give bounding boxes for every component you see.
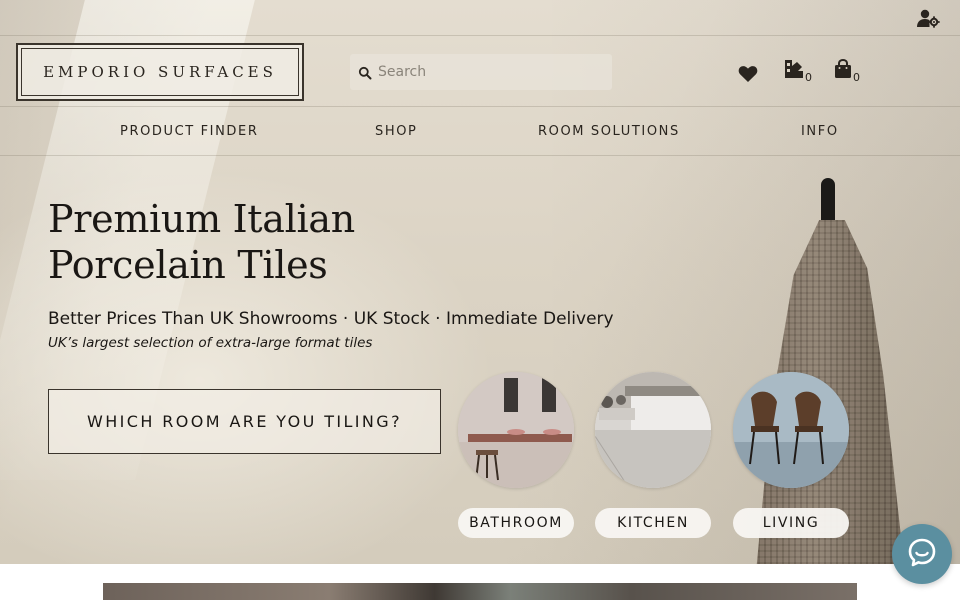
bathroom-image[interactable] xyxy=(458,372,574,488)
room-card-kitchen[interactable]: KITCHEN xyxy=(595,372,711,538)
nav-product-finder[interactable]: PRODUCT FINDER xyxy=(120,124,258,139)
kitchen-image[interactable] xyxy=(595,372,711,488)
header-icons: 0 0 xyxy=(738,58,860,85)
cart-count: 0 xyxy=(853,71,860,84)
hero-title-line1: Premium Italian xyxy=(48,197,355,241)
utility-bar xyxy=(0,0,960,36)
search-icon[interactable] xyxy=(358,65,372,80)
live-chat-button[interactable] xyxy=(892,524,952,584)
search-input[interactable] xyxy=(378,64,598,80)
heart-icon[interactable] xyxy=(738,61,760,83)
search-box xyxy=(350,54,612,90)
room-label-bathroom[interactable]: BATHROOM xyxy=(458,508,574,538)
next-section-image-strip xyxy=(103,583,857,600)
brand-logo[interactable]: EMPORIO SURFACES xyxy=(16,43,304,101)
chat-icon xyxy=(907,537,937,571)
samples-button[interactable]: 0 xyxy=(784,59,812,84)
room-label-kitchen[interactable]: KITCHEN xyxy=(595,508,711,538)
room-finder-cta-button[interactable]: WHICH ROOM ARE YOU TILING? xyxy=(48,389,441,454)
samples-icon xyxy=(784,59,804,83)
shopping-bag-icon xyxy=(834,58,852,83)
room-label-living[interactable]: LIVING xyxy=(733,508,849,538)
main-nav: PRODUCT FINDER SHOP ROOM SOLUTIONS INFO xyxy=(0,108,960,156)
account-settings-icon[interactable] xyxy=(916,8,940,28)
hero-subtitle: Better Prices Than UK Showrooms · UK Sto… xyxy=(48,309,614,329)
room-card-bathroom[interactable]: BATHROOM xyxy=(458,372,574,538)
header: EMPORIO SURFACES Search 0 0 xyxy=(0,37,960,107)
hero-tagline: UK’s largest selection of extra-large fo… xyxy=(48,335,373,351)
samples-count: 0 xyxy=(805,71,812,84)
nav-shop[interactable]: SHOP xyxy=(375,124,418,139)
room-card-living[interactable]: LIVING xyxy=(733,372,849,538)
living-image[interactable] xyxy=(733,372,849,488)
nav-room-solutions[interactable]: ROOM SOLUTIONS xyxy=(538,124,680,139)
logo-text: EMPORIO SURFACES xyxy=(43,63,277,81)
hero-title-line2: Porcelain Tiles xyxy=(48,243,328,287)
cart-button[interactable]: 0 xyxy=(834,58,860,84)
hero-title: Premium Italian Porcelain Tiles xyxy=(48,196,468,288)
nav-info[interactable]: INFO xyxy=(801,124,839,139)
